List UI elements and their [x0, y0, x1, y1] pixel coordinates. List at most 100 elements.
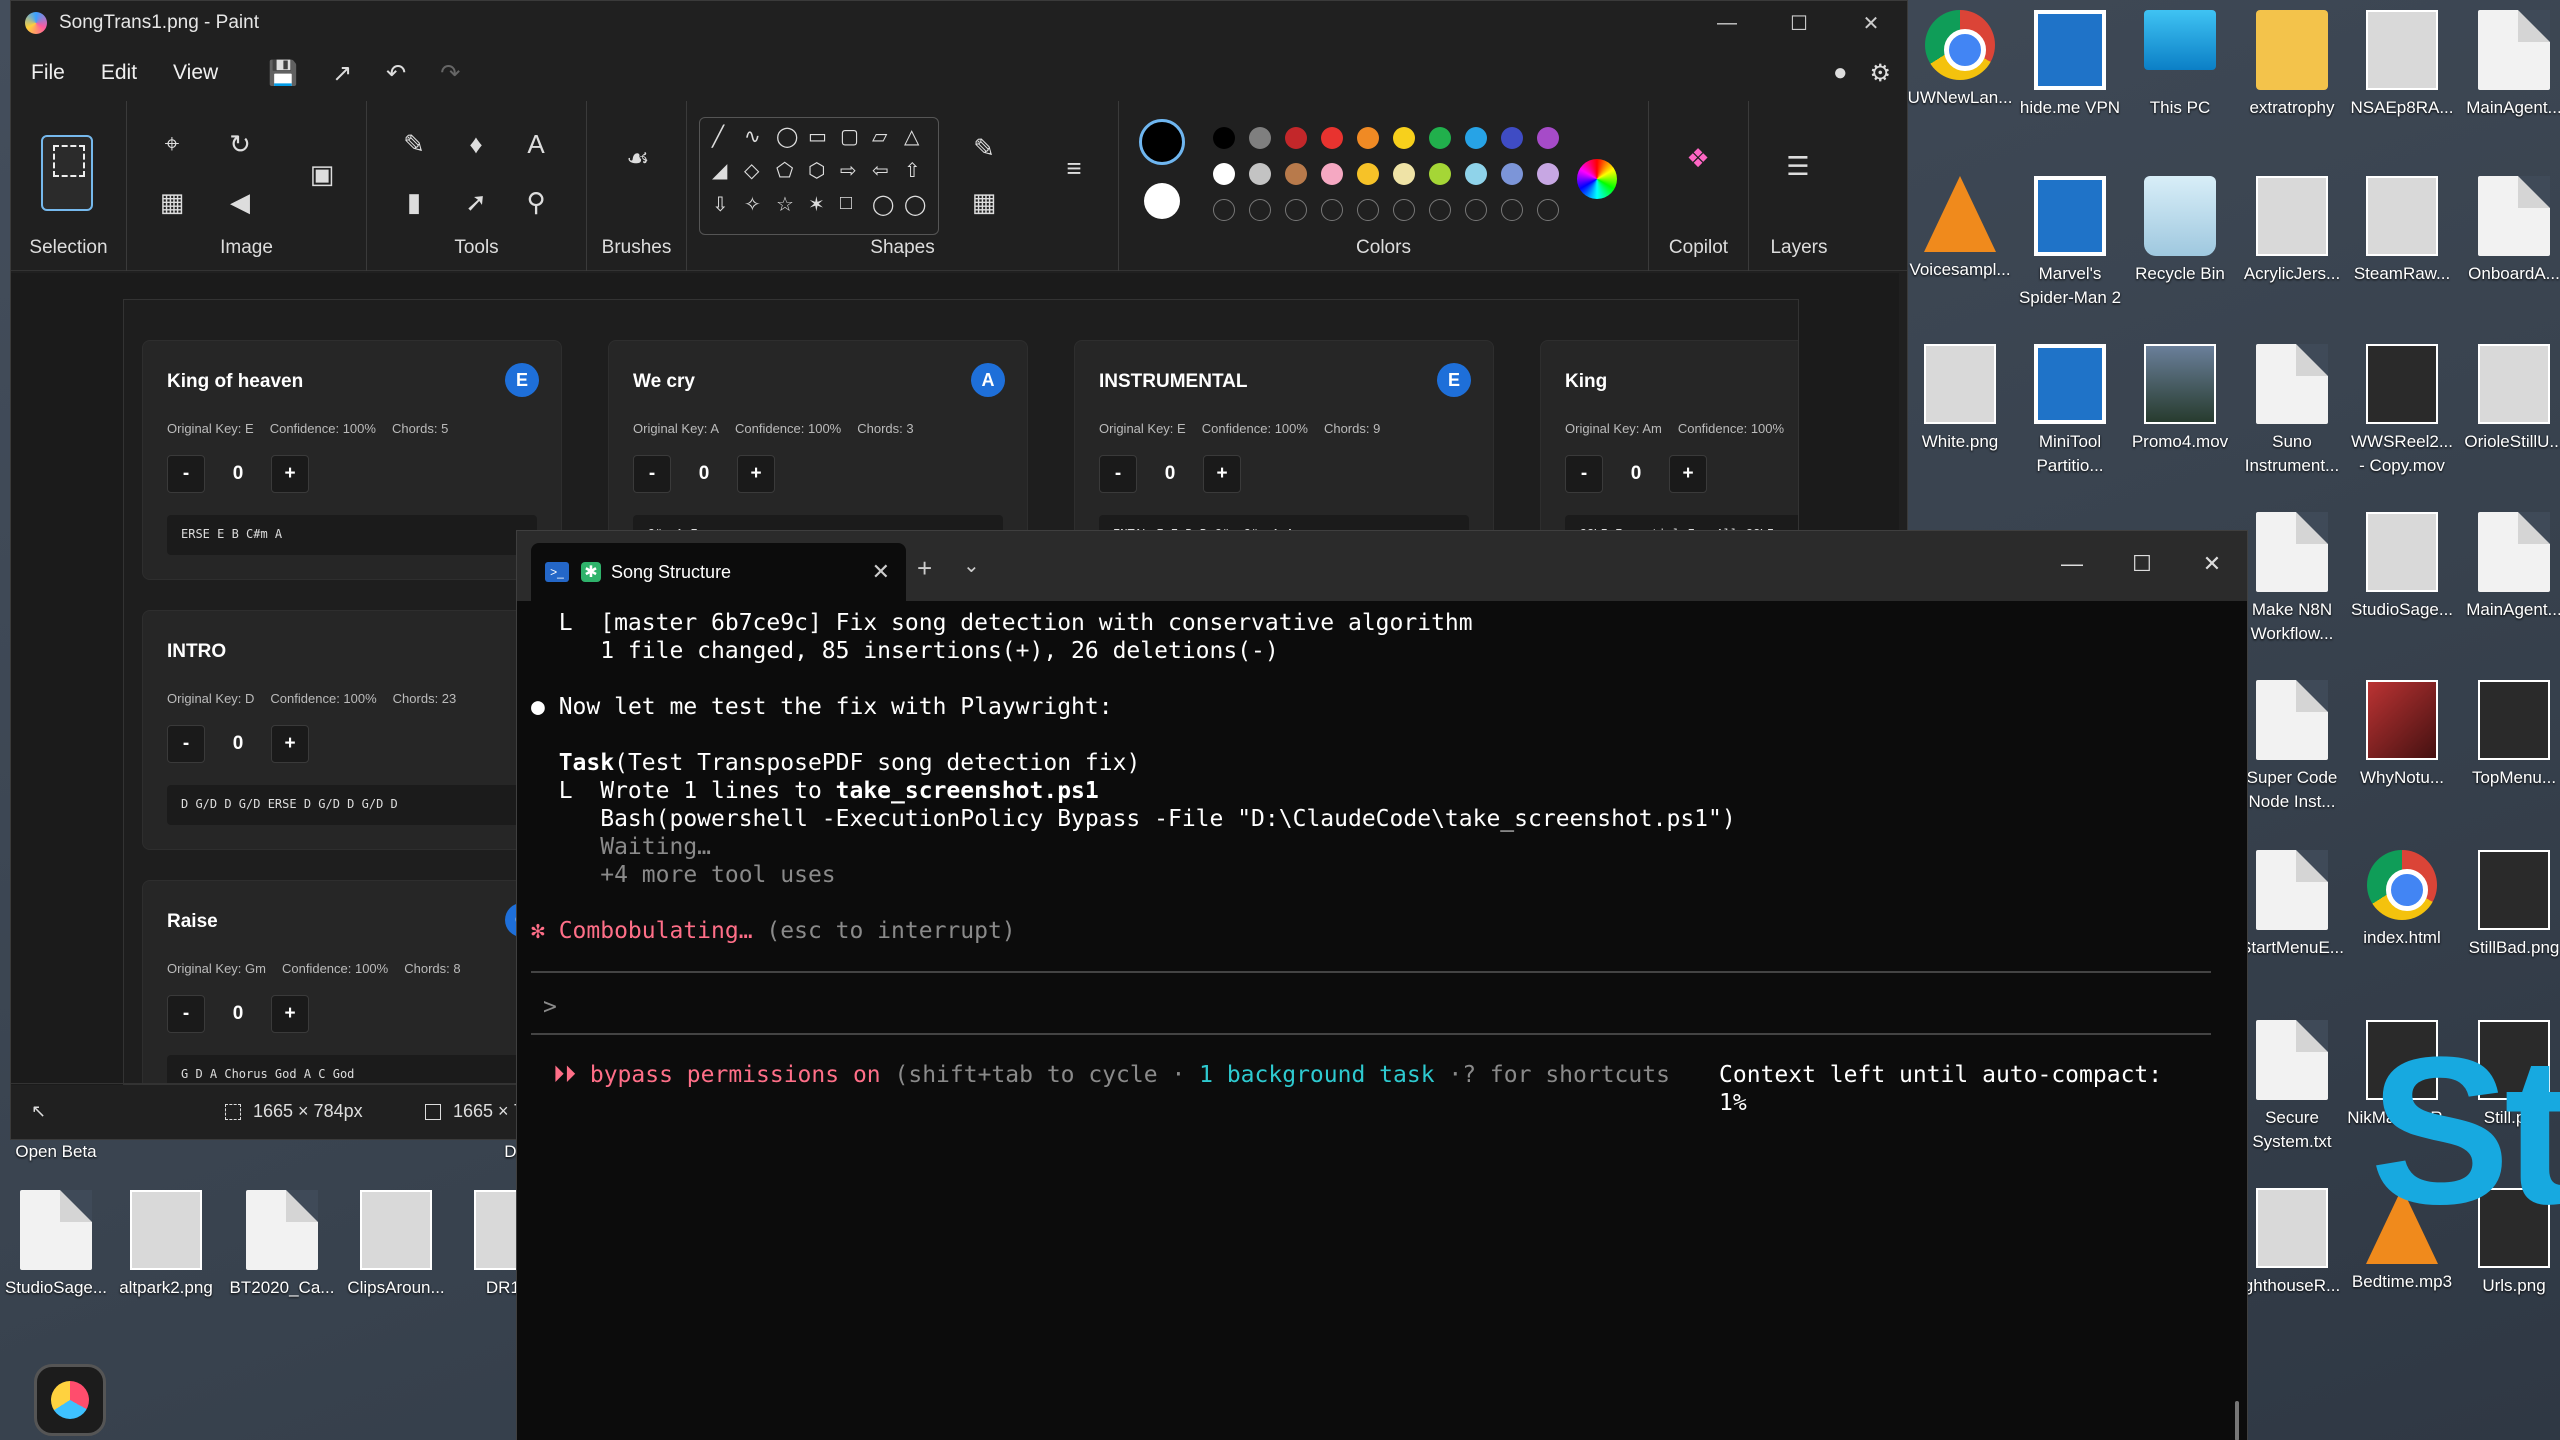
tab-dropdown-chevron-icon[interactable]: ⌄: [963, 553, 980, 578]
palette-color-swatch[interactable]: [1285, 127, 1307, 149]
custom-color-slot[interactable]: [1501, 199, 1523, 221]
menu-view[interactable]: View: [173, 61, 218, 85]
transpose-up-button[interactable]: +: [271, 725, 309, 763]
palette-color-swatch[interactable]: [1213, 127, 1235, 149]
desktop-icon[interactable]: Make N8N Workflow...: [2236, 512, 2348, 646]
tab-close-icon[interactable]: ✕: [872, 559, 890, 585]
fill-bucket-icon[interactable]: ♦: [459, 127, 493, 161]
desktop-icon[interactable]: White.png: [1904, 344, 2016, 454]
layers-icon[interactable]: ☰: [1781, 149, 1815, 183]
maximize-button[interactable]: ☐: [1763, 1, 1835, 45]
palette-color-swatch[interactable]: [1465, 127, 1487, 149]
desktop-icon[interactable]: Super Code Node Inst...: [2236, 680, 2348, 814]
shapes-gallery[interactable]: ╱ ∿ ◯ ▭ ▢ ▱ △ ◢ ◇ ⬠ ⬡ ⇨ ⇦ ⇧ ⇩ ✧ ☆ ✶ □ ◯ ◯: [699, 117, 939, 235]
shape-outline-icon[interactable]: ✎: [967, 131, 1001, 165]
custom-color-slot[interactable]: [1393, 199, 1415, 221]
secondary-color-swatch[interactable]: [1144, 183, 1180, 219]
crop-icon[interactable]: ⌖: [155, 127, 189, 161]
desktop-icon[interactable]: MainAgent...: [2458, 512, 2560, 622]
brush-icon[interactable]: ☙: [621, 141, 655, 175]
davinci-resolve-shortcut[interactable]: [14, 1364, 126, 1440]
desktop-icon[interactable]: StillBad.png: [2458, 850, 2560, 960]
custom-color-slot[interactable]: [1465, 199, 1487, 221]
terminal-minimize-button[interactable]: —: [2037, 539, 2107, 589]
custom-color-slot[interactable]: [1357, 199, 1379, 221]
desktop-icon[interactable]: Secure System.txt: [2236, 1020, 2348, 1154]
rotate-icon[interactable]: ◀: [223, 185, 257, 219]
desktop-icon[interactable]: MiniTool Partitio...: [2014, 344, 2126, 478]
transpose-up-button[interactable]: +: [1669, 455, 1707, 493]
palette-color-swatch[interactable]: [1285, 163, 1307, 185]
custom-color-slot[interactable]: [1285, 199, 1307, 221]
copilot-icon[interactable]: ❖: [1681, 141, 1715, 175]
palette-color-swatch[interactable]: [1249, 163, 1271, 185]
desktop-icon[interactable]: ghthouseR...: [2236, 1188, 2348, 1298]
transpose-down-button[interactable]: -: [167, 995, 205, 1033]
terminal-close-button[interactable]: ✕: [2177, 539, 2247, 589]
palette-color-swatch[interactable]: [1357, 163, 1379, 185]
settings-gear-icon[interactable]: ⚙: [1869, 59, 1891, 88]
custom-color-slot[interactable]: [1429, 199, 1451, 221]
desktop-icon[interactable]: StudioSage...: [2346, 512, 2458, 622]
desktop-icon[interactable]: TopMenu...: [2458, 680, 2560, 790]
undo-icon[interactable]: ↶: [386, 59, 406, 88]
desktop-icon[interactable]: This PC: [2124, 10, 2236, 120]
edit-colors-button[interactable]: [1577, 159, 1617, 199]
share-icon[interactable]: ↗: [332, 59, 352, 88]
desktop-icon[interactable]: AcrylicJers...: [2236, 176, 2348, 286]
desktop-icon[interactable]: Suno Instrument...: [2236, 344, 2348, 478]
palette-color-swatch[interactable]: [1393, 163, 1415, 185]
palette-color-swatch[interactable]: [1537, 127, 1559, 149]
desktop-icon[interactable]: WWSReel2... - Copy.mov: [2346, 344, 2458, 478]
color-picker-icon[interactable]: ➚: [459, 185, 493, 219]
custom-color-slot[interactable]: [1249, 199, 1271, 221]
palette-color-swatch[interactable]: [1393, 127, 1415, 149]
desktop-icon[interactable]: Voicesampl...: [1904, 176, 2016, 282]
minimize-button[interactable]: —: [1691, 1, 1763, 45]
text-tool-icon[interactable]: A: [519, 127, 553, 161]
desktop-icon[interactable]: NSAEp8RA...: [2346, 10, 2458, 120]
selection-tool-button[interactable]: [41, 135, 93, 211]
resize-icon[interactable]: ↻: [223, 127, 257, 161]
palette-color-swatch[interactable]: [1249, 127, 1271, 149]
desktop-icon[interactable]: MainAgent...: [2458, 10, 2560, 120]
redo-icon[interactable]: ↷: [440, 59, 460, 88]
transpose-up-button[interactable]: +: [271, 455, 309, 493]
transpose-up-button[interactable]: +: [737, 455, 775, 493]
desktop-icon[interactable]: altpark2.png: [110, 1190, 222, 1300]
image-generator-icon[interactable]: ▣: [305, 157, 339, 191]
prompt-input[interactable]: >: [543, 993, 557, 1021]
transpose-down-button[interactable]: -: [1099, 455, 1137, 493]
desktop-icon[interactable]: index.html: [2346, 850, 2458, 950]
desktop-icon[interactable]: StudioSage...: [0, 1190, 112, 1300]
desktop-icon[interactable]: OrioleStillU...: [2458, 344, 2560, 454]
save-icon[interactable]: 💾: [268, 59, 298, 88]
menu-edit[interactable]: Edit: [101, 61, 137, 85]
desktop-icon[interactable]: extratrophy: [2236, 10, 2348, 120]
terminal-scrollbar[interactable]: [2235, 1401, 2239, 1440]
palette-color-swatch[interactable]: [1501, 127, 1523, 149]
eraser-icon[interactable]: ▮: [397, 185, 431, 219]
palette-color-swatch[interactable]: [1429, 127, 1451, 149]
desktop-icon[interactable]: Promo4.mov: [2124, 344, 2236, 454]
account-icon[interactable]: ●: [1833, 59, 1848, 88]
desktop-icon[interactable]: BT2020_Ca...: [226, 1190, 338, 1300]
palette-color-swatch[interactable]: [1321, 127, 1343, 149]
transpose-down-button[interactable]: -: [167, 725, 205, 763]
select-pattern-icon[interactable]: ▦: [155, 185, 189, 219]
custom-color-slot[interactable]: [1537, 199, 1559, 221]
desktop-icon[interactable]: UWNewLan...: [1904, 10, 2016, 110]
desktop-icon[interactable]: ClipsAroun...: [340, 1190, 452, 1300]
custom-color-slot[interactable]: [1213, 199, 1235, 221]
terminal-output[interactable]: L [master 6b7ce9c] Fix song detection wi…: [517, 601, 2247, 1440]
palette-color-swatch[interactable]: [1213, 163, 1235, 185]
new-tab-button[interactable]: +: [917, 553, 932, 584]
desktop-icon[interactable]: WhyNotu...: [2346, 680, 2458, 790]
magnifier-icon[interactable]: ⚲: [519, 185, 553, 219]
palette-color-swatch[interactable]: [1321, 163, 1343, 185]
desktop-icon[interactable]: hide.me VPN: [2014, 10, 2126, 120]
desktop-icon[interactable]: OnboardA...: [2458, 176, 2560, 286]
transpose-up-button[interactable]: +: [1203, 455, 1241, 493]
line-size-icon[interactable]: ≡: [1057, 151, 1091, 185]
pencil-icon[interactable]: ✎: [397, 127, 431, 161]
